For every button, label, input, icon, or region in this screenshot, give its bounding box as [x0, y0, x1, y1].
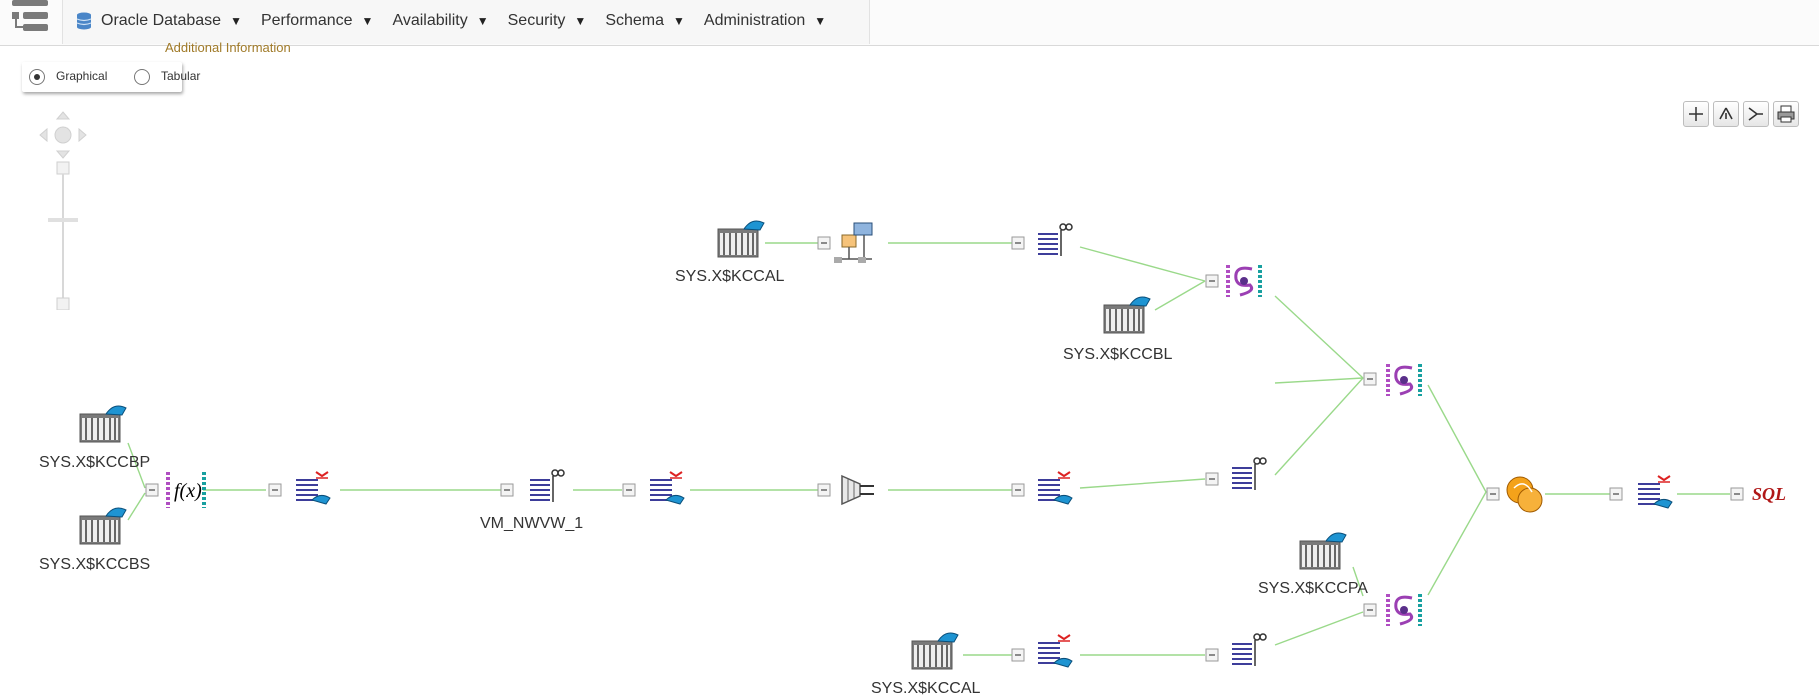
node-label-kccbp: SYS.X$KCCBP — [39, 454, 151, 471]
rows-icon[interactable] — [295, 471, 331, 505]
node-label-kccpa: SYS.X$KCCPA — [1258, 580, 1368, 597]
sql-statement-label[interactable]: SQL — [1752, 484, 1786, 504]
rows-icon[interactable] — [1037, 471, 1073, 505]
node-label-kccbl: SYS.X$KCCBL — [1063, 346, 1173, 363]
node-label-kccbs: SYS.X$KCCBS — [39, 556, 151, 573]
plan-edges — [127, 242, 1730, 656]
rows-icon[interactable] — [649, 471, 685, 505]
view-icon[interactable] — [1231, 457, 1267, 491]
execution-plan-diagram: f(x) SQL — [79, 220, 1786, 670]
table-access-icon[interactable] — [717, 220, 765, 258]
hash-join-icon[interactable] — [1386, 362, 1422, 398]
table-access-icon[interactable] — [79, 507, 127, 545]
view-icon[interactable] — [529, 469, 565, 503]
rows-icon[interactable] — [1637, 475, 1673, 509]
table-access-icon[interactable] — [79, 405, 127, 443]
node-label-kccal-bottom: SYS.X$KCCAL — [871, 680, 981, 697]
sort-merge-icon[interactable] — [1506, 476, 1543, 513]
table-access-icon[interactable] — [911, 632, 959, 670]
table-access-icon[interactable] — [1103, 296, 1151, 334]
function-icon[interactable]: f(x) — [166, 472, 206, 508]
table-access-icon[interactable] — [1299, 532, 1347, 570]
collapse-toggles[interactable] — [145, 236, 1744, 662]
view-icon[interactable] — [1231, 633, 1267, 667]
filter-icon[interactable] — [841, 474, 874, 506]
hash-join-icon[interactable] — [1386, 592, 1422, 628]
view-icon[interactable] — [1037, 223, 1073, 257]
svg-text:f(x): f(x) — [174, 480, 202, 502]
node-label-kccal-top: SYS.X$KCCAL — [675, 268, 785, 285]
rows-icon[interactable] — [1037, 634, 1073, 668]
hash-join-icon[interactable] — [1226, 263, 1262, 299]
node-label-view: VM_NWVW_1 — [480, 515, 584, 532]
remote-server-icon[interactable] — [834, 222, 873, 263]
